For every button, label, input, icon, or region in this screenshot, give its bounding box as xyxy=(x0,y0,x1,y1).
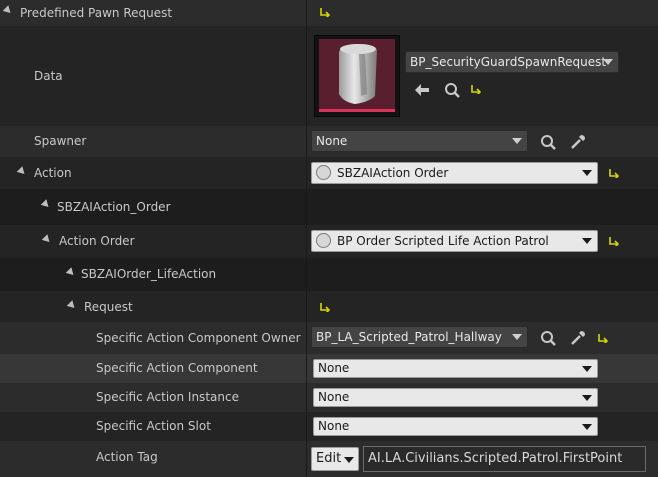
specific-action-component-owner-label: Specific Action Component Owner xyxy=(96,331,301,345)
action-tag-value: AI.LA.Civilians.Scripted.Patrol.FirstPoi… xyxy=(368,451,623,466)
request-label: Request xyxy=(84,300,133,314)
action-value: SBZAIAction Order xyxy=(337,166,449,180)
component-owner-combo[interactable]: BP_LA_Scripted_Patrol_Hallway xyxy=(311,326,528,348)
browse-search-icon[interactable] xyxy=(539,329,557,347)
use-selected-arrow-icon[interactable] xyxy=(413,81,431,99)
reset-to-default-icon[interactable] xyxy=(598,333,608,343)
asset-picker-combo[interactable]: BP_SecurityGuardSpawnRequest xyxy=(405,51,619,73)
specific-action-component-combo[interactable]: None xyxy=(313,359,598,378)
reset-to-default-icon[interactable] xyxy=(320,7,330,17)
sbzaiaction-order-label: SBZAIAction_Order xyxy=(57,200,171,214)
action-order-value: BP Order Scripted Life Action Patrol xyxy=(337,234,549,248)
cylinder-icon xyxy=(339,44,377,104)
class-icon xyxy=(316,165,331,180)
eyedropper-icon[interactable] xyxy=(569,329,587,347)
specific-action-slot-combo[interactable]: None xyxy=(313,417,598,436)
spawner-combo[interactable]: None xyxy=(311,130,528,152)
column-divider[interactable] xyxy=(306,0,307,477)
specific-action-instance-label: Specific Action Instance xyxy=(96,390,239,404)
spawner-value: None xyxy=(316,134,348,148)
action-order-class-combo[interactable]: BP Order Scripted Life Action Patrol xyxy=(311,230,598,252)
edit-label: Edit xyxy=(316,451,342,466)
spawner-label: Spawner xyxy=(34,134,87,148)
specific-action-slot-value: None xyxy=(318,419,350,433)
specific-action-slot-label: Specific Action Slot xyxy=(96,419,211,433)
reset-to-default-icon[interactable] xyxy=(609,168,619,178)
browse-search-icon[interactable] xyxy=(443,81,461,99)
specific-action-instance-value: None xyxy=(318,390,350,404)
reset-to-default-icon[interactable] xyxy=(471,84,481,94)
class-icon xyxy=(316,233,331,248)
eyedropper-icon[interactable] xyxy=(569,133,587,151)
asset-thumbnail[interactable] xyxy=(314,35,400,117)
action-label: Action xyxy=(34,166,72,180)
predefined-pawn-request-label: Predefined Pawn Request xyxy=(20,6,173,20)
action-tag-label: Action Tag xyxy=(96,450,158,464)
specific-action-component-value: None xyxy=(318,361,350,375)
reset-to-default-icon[interactable] xyxy=(609,236,619,246)
sbzaiorder-lifeaction-label: SBZAIOrder_LifeAction xyxy=(81,267,217,281)
action-class-combo[interactable]: SBZAIAction Order xyxy=(311,162,598,184)
component-owner-value: BP_LA_Scripted_Patrol_Hallway xyxy=(316,330,502,344)
asset-name: BP_SecurityGuardSpawnRequest xyxy=(410,55,607,69)
action-tag-edit-button[interactable]: Edit xyxy=(311,447,359,471)
browse-search-icon[interactable] xyxy=(539,133,557,151)
specific-action-component-label: Specific Action Component xyxy=(96,361,258,375)
specific-action-instance-combo[interactable]: None xyxy=(313,388,598,407)
action-tag-value-field[interactable]: AI.LA.Civilians.Scripted.Patrol.FirstPoi… xyxy=(363,446,646,472)
action-order-label: Action Order xyxy=(59,234,135,248)
data-label: Data xyxy=(34,69,63,83)
reset-to-default-icon[interactable] xyxy=(320,302,330,312)
